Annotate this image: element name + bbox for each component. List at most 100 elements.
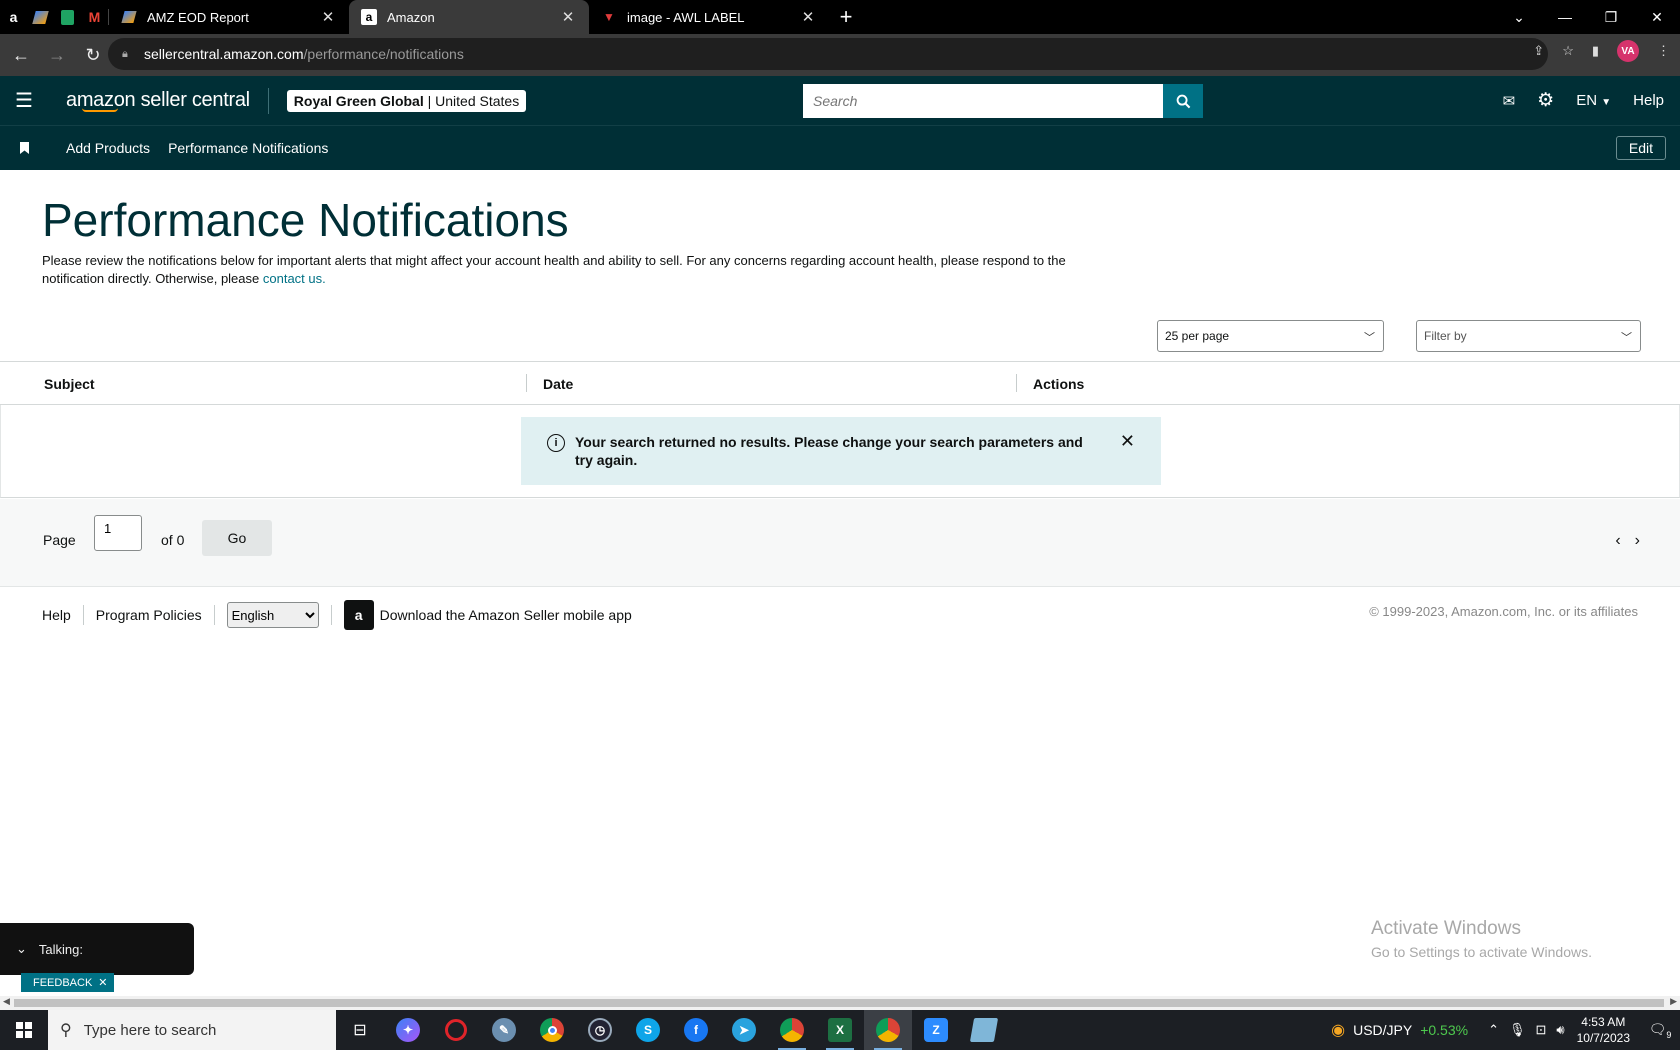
seller-central-logo[interactable]: amazon seller central — [66, 89, 250, 112]
tab-amazon[interactable]: a Amazon ✕ — [349, 0, 589, 34]
sheets-pinned-tab[interactable] — [54, 0, 81, 34]
tab-image-awl-label[interactable]: ▼ image - AWL LABEL ✕ — [589, 0, 829, 34]
mail-icon[interactable]: ✉ — [1503, 92, 1516, 110]
start-button[interactable] — [0, 1010, 48, 1050]
opera-icon[interactable] — [432, 1010, 480, 1050]
chrome-profile-w-icon[interactable] — [768, 1010, 816, 1050]
address-bar[interactable]: 🔒︎ sellercentral.amazon.com/performance/… — [108, 38, 1548, 70]
clock-app-icon[interactable]: ◷ — [576, 1010, 624, 1050]
no-results-alert: i Your search returned no results. Pleas… — [521, 417, 1161, 485]
caret-down-icon: ▼ — [1601, 97, 1612, 108]
zoom-icon[interactable]: Z — [912, 1010, 960, 1050]
nav-add-products[interactable]: Add Products — [66, 140, 150, 156]
download-app-link[interactable]: Download the Amazon Seller mobile app — [380, 607, 632, 623]
notepad-icon[interactable] — [960, 1010, 1008, 1050]
contact-us-link[interactable]: contact us. — [263, 271, 326, 286]
currency-widget[interactable]: ◉ USD/JPY +0.53% — [1331, 1020, 1468, 1040]
column-actions[interactable]: Actions — [1033, 376, 1084, 392]
microphone-icon[interactable]: 🎙︎ — [1509, 1022, 1526, 1038]
language-selector[interactable]: EN ▼ — [1576, 92, 1611, 109]
footer-help-link[interactable]: Help — [42, 607, 71, 623]
minimize-button[interactable]: — — [1542, 0, 1588, 34]
close-icon[interactable]: ✕ — [1120, 431, 1135, 469]
filter-select[interactable]: Filter by ﹀ — [1416, 320, 1641, 352]
program-policies-link[interactable]: Program Policies — [96, 607, 202, 623]
divider — [213, 605, 215, 625]
close-window-button[interactable]: ✕ — [1634, 0, 1680, 34]
account-switcher[interactable]: Royal Green Global | United States — [286, 89, 527, 112]
column-date[interactable]: Date — [543, 376, 573, 392]
task-view-icon[interactable]: ⊟ — [336, 1010, 384, 1050]
taskbar-search[interactable]: ⚲ Type here to search — [48, 1010, 336, 1050]
profile-avatar[interactable]: VA — [1617, 40, 1639, 62]
messenger-icon[interactable]: ✦ — [384, 1010, 432, 1050]
restore-button[interactable]: ❐ — [1588, 0, 1634, 34]
search-button[interactable] — [1163, 84, 1203, 118]
share-icon[interactable]: ⇪ — [1533, 43, 1544, 59]
clock-time: 4:53 AM — [1581, 1015, 1626, 1029]
feedback-tab[interactable]: FEEDBACK ✕ — [21, 973, 114, 992]
chrome-icon[interactable] — [528, 1010, 576, 1050]
menu-kebab-icon[interactable]: ⋮ — [1657, 43, 1670, 59]
page-arrows: ‹ › — [1615, 532, 1640, 550]
scroll-right-icon[interactable]: ▶ — [1670, 996, 1677, 1007]
app-icon — [32, 10, 49, 24]
back-button[interactable]: ← — [6, 40, 36, 70]
paint-icon[interactable]: ✎ — [480, 1010, 528, 1050]
lock-icon[interactable]: 🔒︎ — [122, 48, 132, 60]
chevron-down-icon[interactable]: ⌄ — [16, 941, 27, 957]
scrollbar-thumb[interactable] — [14, 999, 1664, 1007]
chevron-up-icon[interactable]: ⌃ — [1488, 1022, 1499, 1038]
label-icon: ▼ — [603, 10, 615, 24]
search-input[interactable] — [803, 84, 1163, 118]
search-icon — [1176, 94, 1190, 108]
amazon-pinned-tab[interactable]: a — [0, 0, 27, 34]
per-page-select[interactable]: 25 per page ﹀ — [1157, 320, 1384, 352]
gear-icon[interactable]: ⚙ — [1537, 89, 1554, 112]
close-tab-icon[interactable]: ✕ — [559, 8, 577, 26]
search-icon: ⚲ — [60, 1022, 72, 1039]
nav-performance-notifications[interactable]: Performance Notifications — [168, 140, 328, 156]
chrome-profile-va-icon[interactable] — [864, 1010, 912, 1050]
tab-search-icon[interactable]: ⌄ — [1496, 0, 1542, 34]
close-tab-icon[interactable]: ✕ — [799, 8, 817, 26]
close-icon[interactable]: ✕ — [98, 976, 107, 989]
taskbar-search-placeholder: Type here to search — [83, 1021, 217, 1039]
hamburger-menu-icon[interactable]: ☰ — [0, 88, 48, 113]
go-button[interactable]: Go — [202, 520, 272, 556]
chevron-right-icon[interactable]: › — [1635, 532, 1640, 550]
talking-widget[interactable]: ⌄ Talking: — [0, 923, 194, 975]
footer-language-select[interactable]: English — [226, 602, 319, 628]
fx-change: +0.53% — [1420, 1022, 1469, 1038]
chevron-left-icon[interactable]: ‹ — [1615, 532, 1620, 550]
scroll-left-icon[interactable]: ◀ — [3, 996, 10, 1007]
horizontal-scrollbar[interactable]: ◀ ▶ — [0, 996, 1680, 1010]
network-icon[interactable]: ⊡ — [1536, 1022, 1547, 1038]
reload-button[interactable]: ↻ — [78, 40, 108, 70]
column-subject[interactable]: Subject — [44, 376, 95, 392]
facebook-icon[interactable]: f — [672, 1010, 720, 1050]
skype-icon[interactable]: S — [624, 1010, 672, 1050]
bookmark-icon[interactable] — [0, 142, 48, 154]
gmail-icon: M — [88, 9, 101, 25]
edit-button[interactable]: Edit — [1615, 136, 1666, 160]
side-panel-icon[interactable]: ▮ — [1592, 43, 1599, 59]
notification-center-icon[interactable]: 🗨︎9 — [1640, 1021, 1680, 1040]
tab-amz-eod-report[interactable]: AMZ EOD Report ✕ — [109, 0, 349, 34]
help-link[interactable]: Help — [1633, 92, 1664, 109]
volume-icon[interactable]: 🔊︎ — [1556, 1022, 1564, 1038]
page-number-input[interactable] — [94, 515, 142, 551]
telegram-icon[interactable]: ➤ — [720, 1010, 768, 1050]
column-divider — [1016, 374, 1017, 392]
language-label: EN — [1576, 92, 1598, 109]
forward-button[interactable]: → — [42, 40, 72, 70]
clock[interactable]: 4:53 AM 10/7/2023 — [1577, 1014, 1630, 1046]
tab-title: image - AWL LABEL — [627, 9, 745, 25]
gmail-pinned-tab[interactable]: M — [81, 0, 108, 34]
pinned-tab-2[interactable] — [27, 0, 54, 34]
header-actions: ✉ ⚙ EN ▼ Help — [1503, 76, 1664, 125]
new-tab-button[interactable]: + — [829, 0, 863, 34]
excel-icon[interactable]: X — [816, 1010, 864, 1050]
bookmark-star-icon[interactable]: ☆ — [1562, 43, 1574, 59]
close-tab-icon[interactable]: ✕ — [319, 8, 337, 26]
